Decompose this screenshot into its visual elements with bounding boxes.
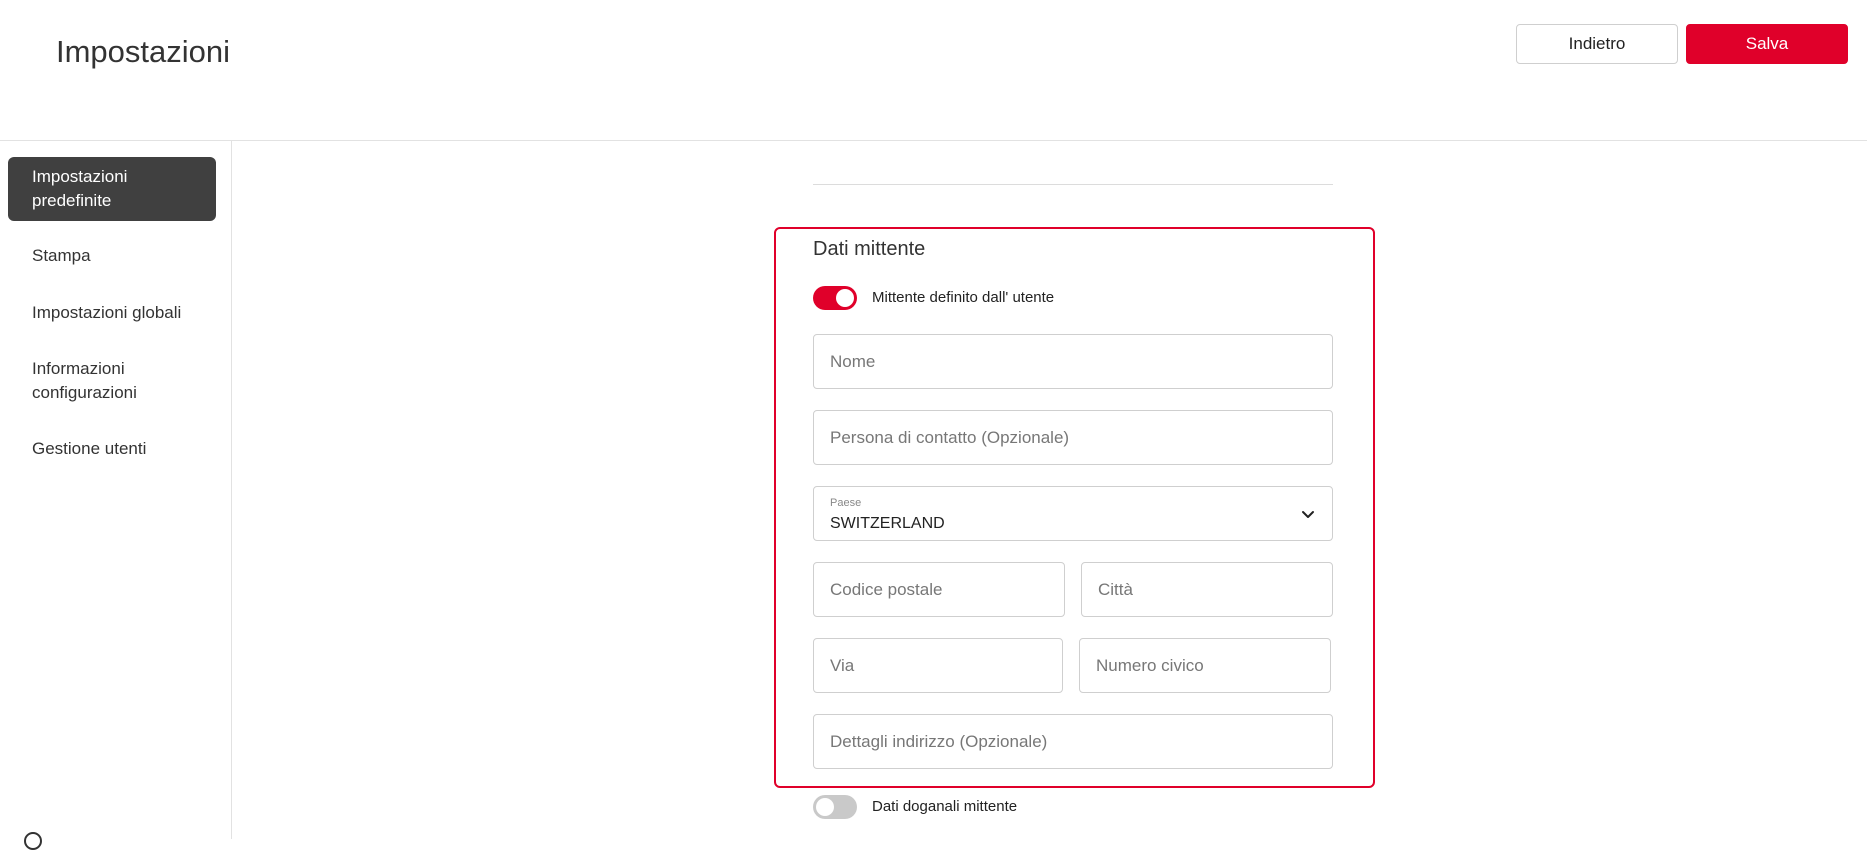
contact-person-field[interactable]: Persona di contatto (Opzionale)	[813, 410, 1333, 465]
user-defined-sender-toggle[interactable]	[813, 286, 857, 310]
sidebar-item-print[interactable]: Stampa	[8, 244, 216, 268]
country-label: Paese	[830, 497, 862, 509]
help-icon[interactable]	[24, 832, 42, 850]
city-field[interactable]: Città	[1081, 562, 1333, 617]
sidebar: Impostazioni predefinite Stampa Impostaz…	[0, 141, 232, 839]
name-placeholder: Nome	[830, 352, 876, 371]
sidebar-item-default-settings[interactable]: Impostazioni predefinite	[8, 157, 216, 221]
address-details-placeholder: Dettagli indirizzo (Opzionale)	[830, 732, 1048, 751]
page-title: Impostazioni	[56, 34, 231, 69]
toggle-knob	[816, 798, 834, 816]
customs-data-label: Dati doganali mittente	[872, 798, 1018, 815]
house-number-field[interactable]: Numero civico	[1079, 638, 1331, 693]
user-defined-sender-label: Mittente definito dall' utente	[872, 289, 1055, 306]
header: Impostazioni Indietro Salva	[0, 0, 1867, 141]
postal-code-field[interactable]: Codice postale	[813, 562, 1065, 617]
chevron-down-icon	[1302, 511, 1314, 518]
sender-section-title: Dati mittente	[813, 238, 926, 260]
city-placeholder: Città	[1098, 580, 1133, 599]
save-button[interactable]: Salva	[1686, 24, 1848, 64]
house-number-placeholder: Numero civico	[1096, 656, 1204, 675]
back-button[interactable]: Indietro	[1516, 24, 1678, 64]
sidebar-item-user-management[interactable]: Gestione utenti	[8, 437, 216, 461]
sidebar-item-global-settings[interactable]: Impostazioni globali	[8, 301, 216, 325]
street-placeholder: Via	[830, 656, 855, 675]
street-field[interactable]: Via	[813, 638, 1063, 693]
section-divider	[813, 184, 1333, 185]
toggle-knob	[836, 289, 854, 307]
sidebar-item-config-info[interactable]: Informazioni configurazioni	[8, 357, 198, 405]
postal-code-placeholder: Codice postale	[830, 580, 943, 599]
country-select[interactable]: Paese SWITZERLAND	[813, 486, 1333, 541]
customs-data-toggle[interactable]	[813, 795, 857, 819]
name-field[interactable]: Nome	[813, 334, 1333, 389]
contact-person-placeholder: Persona di contatto (Opzionale)	[830, 428, 1070, 447]
country-value: SWITZERLAND	[830, 515, 945, 532]
address-details-field[interactable]: Dettagli indirizzo (Opzionale)	[813, 714, 1333, 769]
